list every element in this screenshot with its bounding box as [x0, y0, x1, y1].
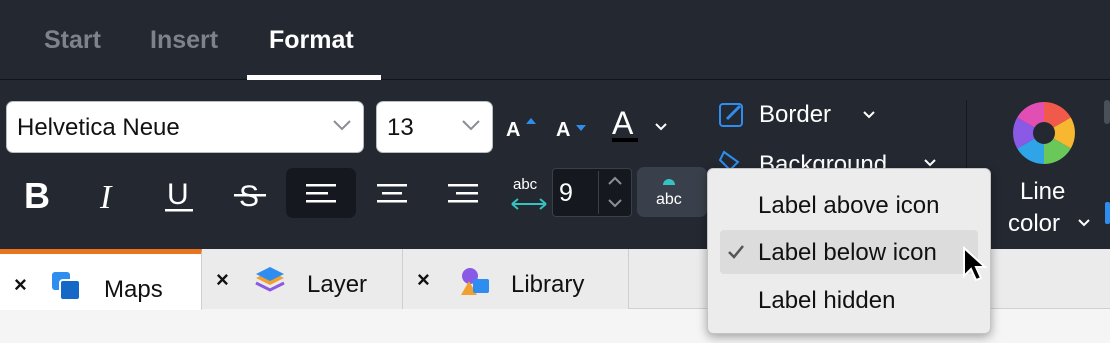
align-left-icon — [306, 184, 336, 203]
svg-text:B: B — [24, 176, 50, 212]
svg-text:I: I — [99, 179, 113, 212]
chevron-down-icon[interactable] — [607, 198, 623, 208]
svg-text:A: A — [612, 106, 634, 141]
partial-tool-icon[interactable] — [1105, 202, 1110, 224]
doc-tab-maps[interactable]: × Maps — [0, 249, 202, 310]
chevron-down-icon — [462, 120, 480, 131]
spacing-arrows-icon — [511, 198, 547, 210]
chevron-down-icon[interactable] — [653, 119, 669, 135]
mouse-cursor-icon — [963, 246, 988, 282]
chevron-down-icon — [333, 120, 351, 131]
maps-icon — [52, 272, 81, 301]
doc-tab-library[interactable]: × Library — [403, 249, 629, 309]
tab-start[interactable]: Start — [44, 26, 101, 55]
character-spacing-control[interactable]: abc — [510, 176, 550, 212]
decrease-font-size-icon[interactable]: A — [556, 114, 590, 140]
svg-text:A: A — [556, 119, 570, 140]
tab-format[interactable]: Format — [269, 26, 354, 55]
spacing-stepper[interactable]: 9 — [552, 168, 632, 217]
partial-tool-icon[interactable] — [1104, 100, 1110, 124]
underline-icon[interactable]: U — [163, 176, 195, 214]
line-color-label-line2: color — [1008, 210, 1061, 237]
bold-icon[interactable]: B — [24, 176, 54, 212]
align-center-icon[interactable] — [377, 184, 407, 204]
doc-tab-label: Maps — [104, 276, 163, 303]
increase-font-size-icon[interactable]: A — [506, 114, 540, 140]
chevron-up-icon[interactable] — [607, 176, 623, 186]
menu-item-label-hidden[interactable]: Label hidden — [720, 278, 978, 322]
menu-item-label-above-icon[interactable]: Label above icon — [720, 183, 978, 227]
font-family-value: Helvetica Neue — [17, 114, 180, 141]
spacing-value: 9 — [559, 179, 573, 207]
menu-item-label: Label hidden — [758, 287, 896, 314]
text-position-button[interactable]: abc — [637, 167, 707, 217]
doc-tab-label: Layer — [307, 271, 368, 298]
border-button[interactable]: Border — [759, 101, 831, 129]
chevron-down-icon[interactable] — [1077, 216, 1091, 230]
doc-tab-label: Library — [511, 271, 585, 298]
layers-icon — [255, 267, 285, 292]
shape-icon — [663, 179, 675, 185]
abc-label: abc — [513, 176, 538, 193]
close-icon[interactable]: × — [14, 272, 27, 298]
italic-icon[interactable]: I — [98, 178, 120, 212]
align-right-icon[interactable] — [448, 184, 478, 204]
font-family-select[interactable]: Helvetica Neue — [6, 101, 364, 153]
color-wheel-icon[interactable] — [1011, 100, 1077, 166]
stepper-arrows[interactable] — [598, 171, 630, 214]
align-left-button[interactable] — [286, 168, 356, 218]
menu-item-label-below-icon[interactable]: Label below icon — [720, 230, 978, 274]
chevron-down-icon[interactable] — [861, 107, 877, 123]
font-color-icon[interactable]: A — [610, 106, 640, 144]
library-icon — [461, 268, 489, 295]
font-size-select[interactable]: 13 — [376, 101, 493, 153]
ribbon-tab-bar: Start Insert Format — [0, 0, 1110, 80]
close-icon[interactable]: × — [216, 267, 229, 293]
svg-text:A: A — [506, 119, 520, 140]
menu-item-label: Label below icon — [758, 239, 937, 266]
font-size-value: 13 — [387, 114, 414, 141]
active-tab-indicator — [247, 75, 381, 80]
menu-item-label: Label above icon — [758, 192, 940, 219]
checkmark-icon — [728, 245, 744, 259]
label-position-menu: Label above icon Label below icon Label … — [707, 168, 991, 334]
svg-text:U: U — [167, 178, 189, 211]
doc-tab-layer[interactable]: × Layer — [202, 249, 403, 309]
tab-insert[interactable]: Insert — [150, 26, 218, 55]
border-icon[interactable] — [718, 100, 746, 128]
close-icon[interactable]: × — [417, 267, 430, 293]
strikethrough-icon[interactable]: S — [234, 176, 266, 212]
line-color-label-line1: Line — [1020, 178, 1066, 205]
abc-small-label: abc — [656, 191, 682, 208]
